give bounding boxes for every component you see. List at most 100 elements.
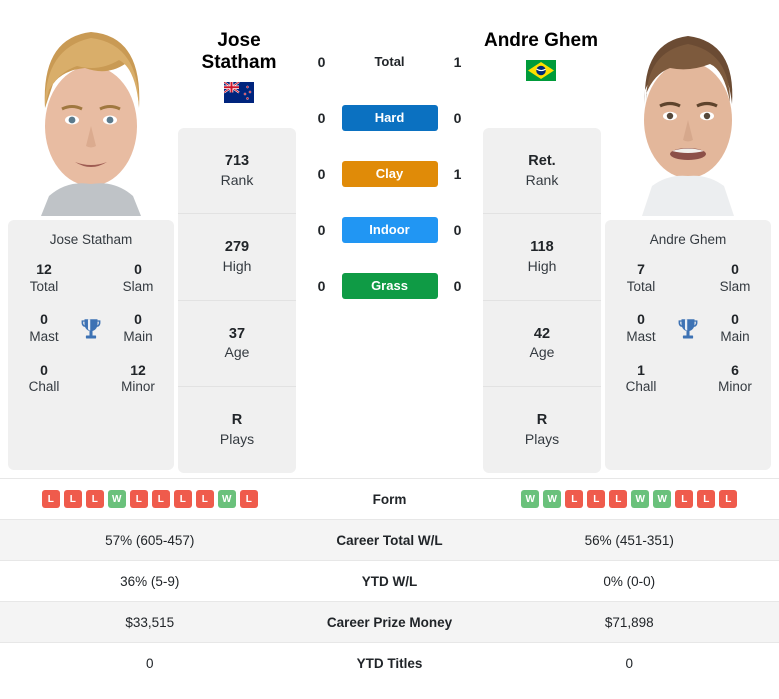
player-right-name-header: Andre Ghem bbox=[476, 30, 606, 81]
form-badge: L bbox=[697, 490, 716, 508]
player-right-stat-column: Ret. Rank 118 High 42 Age R Plays bbox=[483, 128, 601, 473]
career-total-wl-right: 56% (451-351) bbox=[584, 532, 674, 548]
form-right-cell: WWLLLWWLLL bbox=[480, 490, 779, 508]
value: 0 bbox=[134, 311, 142, 328]
career-prize-money-right: $71,898 bbox=[604, 614, 654, 630]
surface-pill-clay[interactable]: Clay bbox=[341, 161, 438, 187]
value: 42 bbox=[533, 325, 551, 342]
player-right-main-titles: 0 Main bbox=[709, 311, 761, 345]
player-left-chall-titles: 0 Chall bbox=[18, 362, 70, 396]
career-prize-money-left: $33,515 bbox=[125, 614, 175, 630]
trophy-icon bbox=[671, 316, 705, 342]
value: 0 bbox=[731, 261, 739, 277]
form-badge: L bbox=[675, 490, 694, 508]
table-row-career-total-wl: 57% (605-457) Career Total W/L 56% (451-… bbox=[0, 519, 779, 560]
player-right-plays: R Plays bbox=[483, 387, 601, 473]
h2h-grass-right: 0 bbox=[453, 278, 462, 294]
row-label-ytd-titles: YTD Titles bbox=[356, 655, 423, 671]
surface-pill-grass[interactable]: Grass bbox=[341, 273, 438, 299]
player-left-titles-row-2: 0 Mast 0 Main bbox=[18, 311, 164, 345]
h2h-hard-right: 0 bbox=[453, 110, 462, 126]
player-right-summary-card: Andre Ghem 7 Total 0 Slam 0 Mast 0 Main … bbox=[605, 220, 771, 470]
surface-pill-hard[interactable]: Hard bbox=[341, 105, 438, 131]
player-left-age: 37 Age bbox=[178, 301, 296, 387]
form-badge: L bbox=[565, 490, 584, 508]
form-badge: L bbox=[195, 490, 214, 508]
player-right-titles-row-3: 1 Chall 6 Minor bbox=[615, 362, 761, 396]
h2h-comparison-page: Jose Statham Andre Ghem Jose Statham 12 … bbox=[0, 0, 779, 699]
h2h-total-left: 0 bbox=[317, 54, 326, 70]
h2h-indoor-left: 0 bbox=[317, 222, 326, 238]
form-badge: W bbox=[521, 490, 540, 508]
player-left-name-line2: Statham bbox=[201, 51, 277, 73]
form-badge: L bbox=[129, 490, 148, 508]
form-badge: L bbox=[719, 490, 738, 508]
h2h-clay-mid: Clay bbox=[341, 161, 438, 187]
value: R bbox=[231, 412, 243, 429]
career-total-wl-left: 57% (605-457) bbox=[105, 532, 195, 548]
value: 0 bbox=[40, 311, 48, 328]
row-label-ytd-wl: YTD W/L bbox=[361, 573, 418, 589]
player-left-stat-column: 713 Rank 279 High 37 Age R Plays bbox=[178, 128, 296, 473]
player-left-slam-titles: 0 Slam bbox=[112, 261, 164, 295]
ytd-wl-left: 36% (5-9) bbox=[120, 573, 180, 589]
value: R bbox=[536, 412, 548, 429]
player-left-name-header: Jose Statham bbox=[174, 30, 304, 103]
h2h-grass-left: 0 bbox=[317, 278, 326, 294]
value: 6 bbox=[731, 361, 739, 378]
value: 0 bbox=[134, 261, 142, 277]
player-right-column: Andre Ghem 7 Total 0 Slam 0 Mast 0 Main … bbox=[605, 8, 771, 470]
form-left-cell: LLLWLLLLWL bbox=[0, 490, 300, 508]
form-badge: L bbox=[41, 490, 60, 508]
form-badges-right: WWLLLWWLLL bbox=[521, 490, 738, 508]
row-label-form: Form bbox=[372, 491, 407, 507]
form-badges-left: LLLWLLLLWL bbox=[41, 490, 258, 508]
h2h-clay-row: 0 Clay 1 bbox=[300, 146, 479, 202]
label: Minor bbox=[718, 379, 752, 395]
player-left-plays: R Plays bbox=[178, 387, 296, 473]
h2h-hard-row: 0 Hard 0 bbox=[300, 90, 479, 146]
label: Slam bbox=[719, 278, 751, 294]
form-badge: L bbox=[151, 490, 170, 508]
h2h-grass-row: 0 Grass 0 bbox=[300, 258, 479, 314]
player-right-total-titles: 7 Total bbox=[615, 261, 667, 295]
form-badge: L bbox=[85, 490, 104, 508]
value: 713 bbox=[224, 153, 250, 170]
value: 118 bbox=[530, 239, 554, 256]
form-badge: W bbox=[107, 490, 126, 508]
player-left-summary-card: Jose Statham 12 Total 0 Slam 0 Mast 0 Ma… bbox=[8, 220, 174, 470]
h2h-total-label: Total bbox=[374, 54, 405, 69]
label: Total bbox=[29, 278, 59, 294]
form-badge: L bbox=[63, 490, 82, 508]
player-right-card-name: Andre Ghem bbox=[649, 232, 727, 247]
label: Slam bbox=[122, 278, 154, 294]
label: Rank bbox=[220, 171, 254, 188]
ytd-wl-right: 0% (0-0) bbox=[603, 573, 656, 589]
player-right-chall-titles: 1 Chall bbox=[615, 362, 667, 396]
comparison-stats-table: LLLWLLLLWL Form WWLLLWWLLL 57% (605-457)… bbox=[0, 478, 779, 683]
h2h-clay-left: 0 bbox=[317, 166, 326, 182]
table-row-ytd-wl: 36% (5-9) YTD W/L 0% (0-0) bbox=[0, 560, 779, 601]
value: 12 bbox=[130, 361, 146, 378]
label: Plays bbox=[219, 431, 255, 448]
label: Mast bbox=[29, 328, 59, 344]
player-right-minor-titles: 6 Minor bbox=[709, 362, 761, 396]
h2h-grass-mid: Grass bbox=[341, 273, 438, 299]
player-right-titles-row-1: 7 Total 0 Slam bbox=[615, 261, 761, 295]
h2h-indoor-right: 0 bbox=[453, 222, 462, 238]
player-right-mast-titles: 0 Mast bbox=[615, 311, 667, 345]
player-right-slam-titles: 0 Slam bbox=[709, 261, 761, 295]
player-right-photo bbox=[605, 8, 771, 216]
table-row-ytd-titles: 0 YTD Titles 0 bbox=[0, 642, 779, 683]
label: Main bbox=[720, 328, 750, 344]
value: 12 bbox=[36, 261, 52, 277]
surface-pill-indoor[interactable]: Indoor bbox=[341, 217, 438, 243]
label: High bbox=[527, 258, 557, 275]
form-badge: W bbox=[217, 490, 236, 508]
comparison-top-section: Jose Statham 12 Total 0 Slam 0 Mast 0 Ma… bbox=[0, 0, 779, 478]
table-row-form: LLLWLLLLWL Form WWLLLWWLLL bbox=[0, 478, 779, 519]
value: 7 bbox=[637, 261, 645, 277]
h2h-total-mid: Total bbox=[342, 53, 438, 71]
form-badge: L bbox=[239, 490, 258, 508]
h2h-hard-left: 0 bbox=[317, 110, 326, 126]
